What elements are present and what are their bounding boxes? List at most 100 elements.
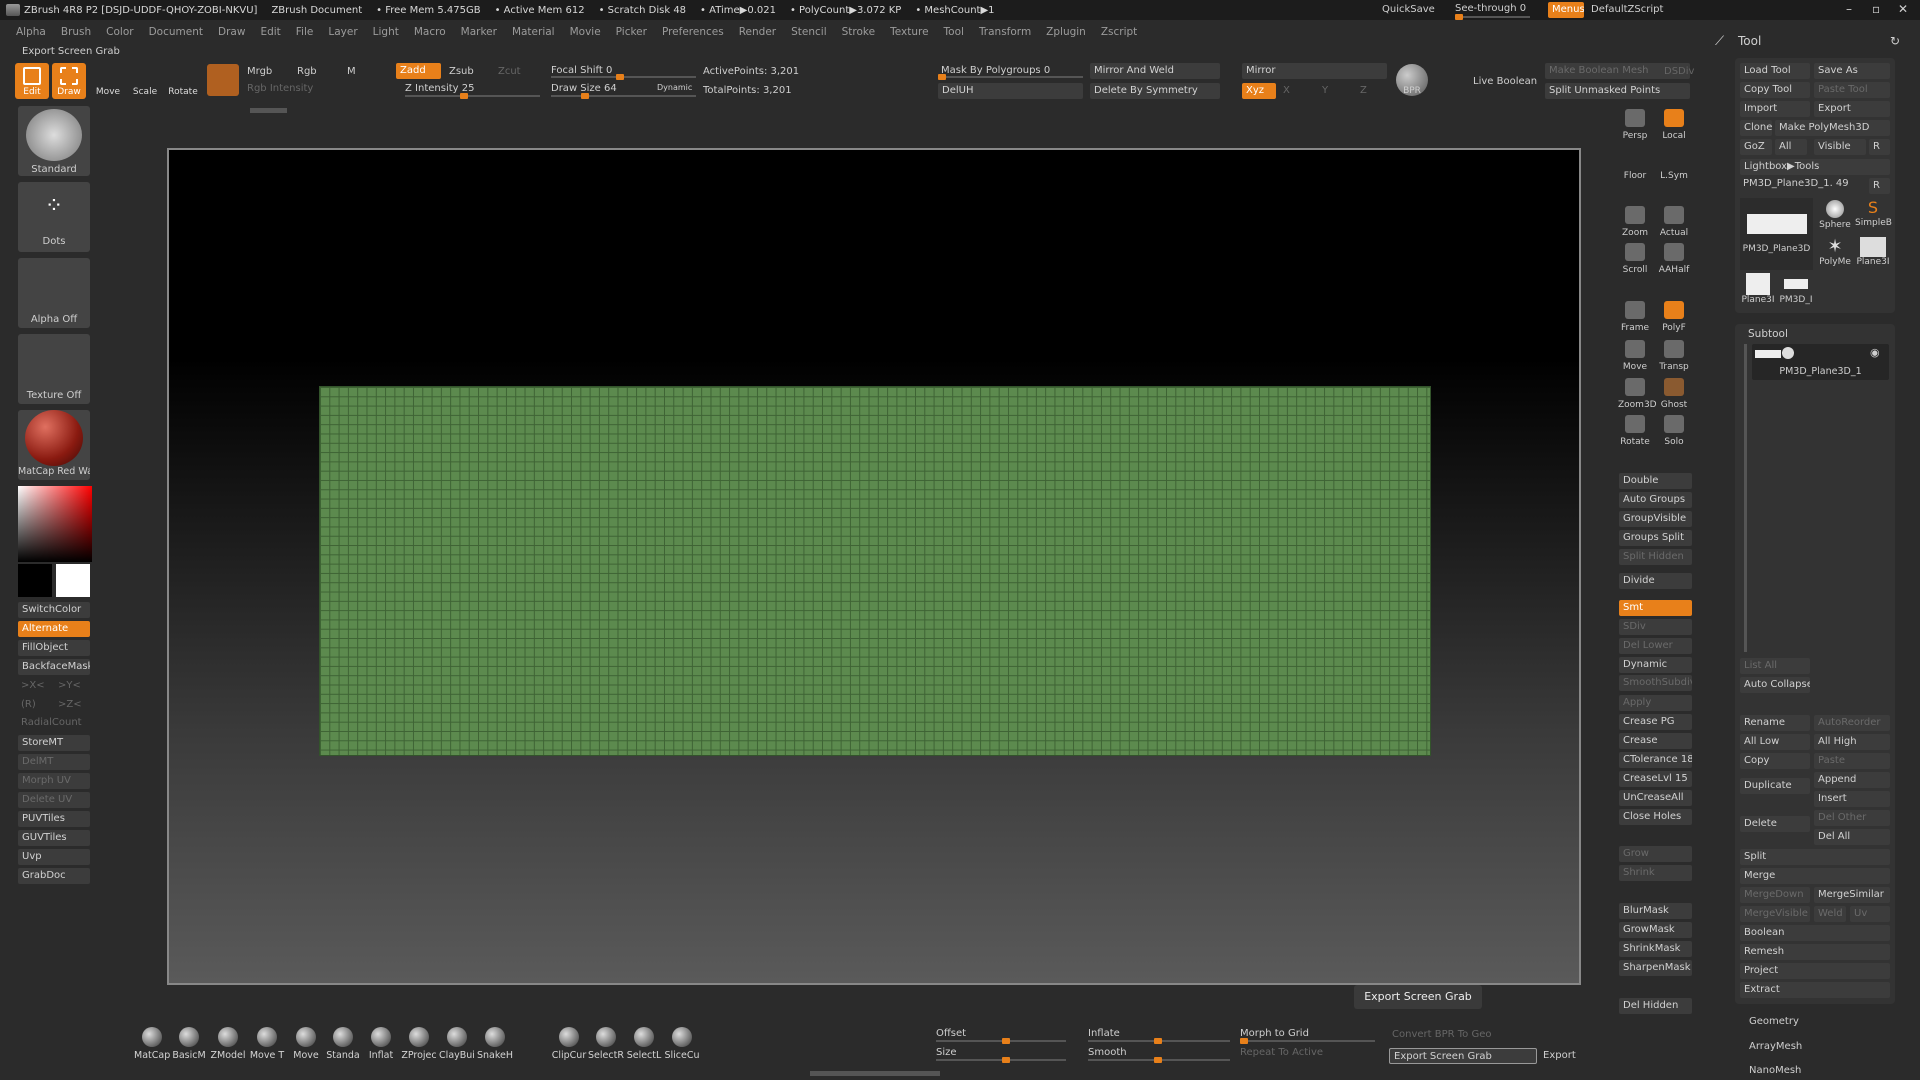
zadd-button[interactable]: Zadd [396,63,441,79]
storemt-button[interactable]: StoreMT [18,735,90,751]
subtool-append-button[interactable]: Append [1814,772,1890,788]
see-through-track[interactable] [1455,14,1530,20]
menu-stencil[interactable]: Stencil [791,26,827,38]
repeat-to-active-button[interactable]: Repeat To Active [1240,1047,1323,1058]
import-button[interactable]: Import [1740,101,1810,117]
split-unmasked-points-button[interactable]: Split Unmasked Points [1545,83,1690,99]
subtool-visibility-icon[interactable]: ◉ [1870,346,1880,359]
smooth-slider[interactable]: Smooth [1088,1047,1127,1058]
menu-render[interactable]: Render [739,26,776,38]
morph-uv-button[interactable]: Morph UV [18,773,90,789]
subtool-autoreorder-button[interactable]: AutoReorder [1814,715,1890,731]
shelf-scroll-indicator[interactable] [250,108,287,113]
subtool-mergedown-button[interactable]: MergeDown [1740,887,1810,903]
y-symmetry-button[interactable]: >Y< [58,680,81,691]
rgb-button[interactable]: Rgb [297,66,317,77]
make-polymesh3d-button[interactable]: Make PolyMesh3D [1775,120,1890,136]
groupssplit-button[interactable]: Groups Split [1619,530,1692,546]
zoom3d-button[interactable]: Zoom3D [1618,375,1657,411]
tool-thumb-simplebrush[interactable]: S SimpleB [1855,198,1892,234]
smt-button[interactable]: Smt [1619,600,1692,616]
solo-button[interactable]: Solo [1657,412,1691,448]
bottom-brush-1[interactable]: BasicM [171,1027,207,1061]
closeholes-button[interactable]: Close Holes [1619,809,1692,825]
subtool-remesh-button[interactable]: Remesh [1740,944,1890,960]
bottom-brush-9[interactable]: SnakeH [477,1027,513,1061]
material-slot[interactable]: MatCap Red Wa [18,410,90,480]
actual-button[interactable]: Actual [1657,203,1691,239]
alternate-button[interactable]: Alternate [18,621,90,637]
aahalf-button[interactable]: AAHalf [1657,240,1691,276]
tool-thumb-plane3d[interactable]: Plane3I [1855,237,1891,273]
menu-movie[interactable]: Movie [570,26,601,38]
subtool-polypaint-icon[interactable] [1782,347,1794,359]
menu-layer[interactable]: Layer [328,26,357,38]
subtool-uv-button[interactable]: Uv [1850,906,1890,922]
subtool-boolean-button[interactable]: Boolean [1740,925,1890,941]
bottom-brush-7[interactable]: ZProjec [401,1027,437,1061]
menu-preferences[interactable]: Preferences [662,26,724,38]
size-slider[interactable]: Size [936,1047,957,1058]
load-tool-button[interactable]: Load Tool [1740,63,1810,79]
subtool-split-button[interactable]: Split [1740,849,1890,865]
bpr-button[interactable]: BPR [1396,64,1428,96]
menu-draw[interactable]: Draw [218,26,245,38]
rgb-intensity-slider[interactable]: Rgb Intensity [247,83,313,94]
clone-button[interactable]: Clone [1740,120,1772,136]
goz-button[interactable]: GoZ [1740,139,1772,155]
focal-shift-slider[interactable]: Focal Shift 0 [551,65,612,76]
bottom-shelf-scroll[interactable] [810,1071,940,1076]
subtool-copy-button[interactable]: Copy [1740,753,1810,769]
default-zscript-button[interactable]: DefaultZScript [1591,4,1663,15]
subtool-mergesimilar-button[interactable]: MergeSimilar [1814,887,1890,903]
tool-thumb-plane[interactable]: PM3D_Plane3D [1740,198,1813,270]
material-swatch[interactable] [207,64,239,96]
menu-document[interactable]: Document [149,26,203,38]
subtool-insert-button[interactable]: Insert [1814,791,1890,807]
zcut-button[interactable]: Zcut [498,66,521,77]
bottom-brush-0[interactable]: MatCap [134,1027,170,1061]
paste-tool-button[interactable]: Paste Tool [1814,82,1890,98]
fillobject-button[interactable]: FillObject [18,640,90,656]
menu-zplugin[interactable]: Zplugin [1046,26,1086,38]
switchcolor-button[interactable]: SwitchColor [18,602,90,618]
blurmask-button[interactable]: BlurMask [1619,903,1692,919]
delete-by-symmetry-button[interactable]: Delete By Symmetry [1090,83,1220,99]
color-picker[interactable] [18,486,92,562]
edit-mode-button[interactable]: Edit [15,63,49,99]
dellower-button[interactable]: Del Lower [1619,638,1692,654]
geometry-section[interactable]: Geometry [1749,1016,1799,1027]
uncreaseall-button[interactable]: UnCreaseAll [1619,790,1692,806]
puvtiles-button[interactable]: PUVTiles [18,811,90,827]
subtool-project-button[interactable]: Project [1740,963,1890,979]
bottom-brush-11[interactable]: SelectR [588,1027,624,1061]
sharpenmask-button[interactable]: SharpenMask [1619,960,1692,976]
quicksave-button[interactable]: QuickSave [1382,4,1435,15]
double-button[interactable]: Double [1619,473,1692,489]
delmt-button[interactable]: DelMT [18,754,90,770]
xyz-button[interactable]: Xyz [1242,83,1276,99]
menu-macro[interactable]: Macro [414,26,446,38]
z-symmetry-button[interactable]: >Z< [58,699,82,710]
bottom-brush-5[interactable]: Standa [325,1027,361,1061]
close-icon[interactable]: ✕ [1898,2,1908,16]
subtool-rename-button[interactable]: Rename [1740,715,1810,731]
tool-thumb-plane3d-b[interactable]: Plane3I [1740,273,1776,309]
zsub-button[interactable]: Zsub [449,66,474,77]
bottom-brush-3[interactable]: Move T [249,1027,285,1061]
divide-button[interactable]: Divide [1619,573,1692,589]
subtool-paste-button[interactable]: Paste [1814,753,1890,769]
menu-edit[interactable]: Edit [260,26,280,38]
draw-mode-button[interactable]: Draw [52,63,86,99]
mirror-and-weld-button[interactable]: Mirror And Weld [1090,63,1220,79]
subtool-mergevisible-button[interactable]: MergeVisible [1740,906,1810,922]
subtool-item[interactable]: ◉ PM3D_Plane3D_1 [1752,344,1889,380]
floor-button[interactable]: Floor [1618,146,1652,182]
maximize-icon[interactable]: ▫ [1872,2,1880,16]
dynamic-button[interactable]: Dynamic [1619,657,1692,673]
menus-button[interactable]: Menus [1548,2,1584,18]
tool-thumb-polymesh[interactable]: ✶ PolyMe [1817,237,1853,273]
copy-tool-button[interactable]: Copy Tool [1740,82,1810,98]
current-tool-r-button[interactable]: R [1869,178,1890,194]
subtool-extract-button[interactable]: Extract [1740,982,1890,998]
